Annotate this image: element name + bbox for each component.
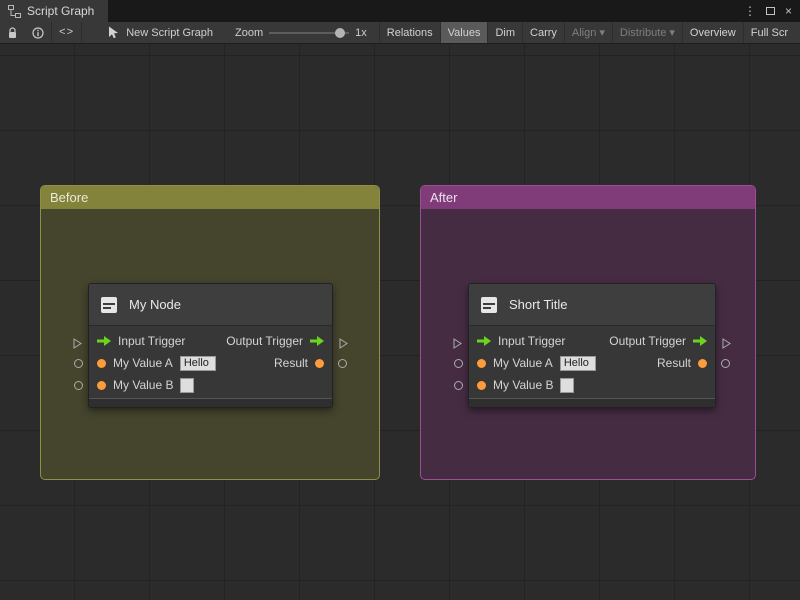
carry-button[interactable]: Carry [522, 22, 564, 43]
trigger-row: Input Trigger Output Trigger [89, 330, 332, 352]
script-graph-icon [8, 4, 21, 18]
node-title: Short Title [509, 297, 568, 312]
node-body: Input Trigger Output Trigger My Value A … [89, 326, 332, 398]
toolbar-button-group: Relations Values Dim Carry Align ▾ Distr… [378, 22, 795, 43]
value-b-label: My Value B [113, 378, 174, 392]
node-icon [481, 296, 497, 313]
group-after-header[interactable]: After [421, 186, 755, 209]
result-label: Result [656, 356, 691, 370]
window-controls: ⋮ × [744, 0, 800, 22]
dim-button[interactable]: Dim [487, 22, 522, 43]
graph-toolbar: <> New Script Graph Zoom 1x Relations Va… [0, 22, 800, 44]
group-before-header[interactable]: Before [41, 186, 379, 209]
flow-arrow-icon [693, 336, 707, 346]
node-icon [101, 296, 117, 313]
inspect-button[interactable] [25, 22, 51, 43]
result-port[interactable] [721, 359, 730, 368]
node-header[interactable]: Short Title [469, 284, 715, 326]
value-b-field[interactable] [560, 377, 575, 393]
zoom-control: Zoom 1x [235, 22, 367, 43]
flow-arrow-icon [97, 336, 111, 346]
value-a-row: My Value A Result [89, 352, 332, 374]
group-before-label: Before [50, 190, 89, 205]
output-flow-port[interactable] [722, 336, 731, 354]
node-title: My Node [129, 297, 182, 312]
value-a-label: My Value A [493, 356, 553, 370]
chevron-down-icon: ▾ [599, 27, 605, 39]
lock-button[interactable] [0, 22, 25, 43]
maximize-icon[interactable] [765, 7, 775, 15]
node-header[interactable]: My Node [89, 284, 332, 326]
zoom-value: 1x [355, 26, 367, 39]
value-a-field[interactable] [179, 355, 216, 371]
zoom-slider[interactable] [269, 22, 350, 43]
align-button[interactable]: Align ▾ [563, 22, 612, 43]
value-a-field[interactable] [559, 355, 596, 371]
flow-arrow-icon [477, 336, 491, 346]
value-port-icon [698, 358, 707, 368]
input-flow-port[interactable] [453, 336, 462, 354]
graph-canvas[interactable]: Before After My Node Input Trigger Outpu… [0, 44, 800, 600]
output-flow-port[interactable] [339, 336, 348, 354]
result-label: Result [273, 356, 308, 370]
value-b-port[interactable] [74, 381, 83, 390]
tab-bar: Script Graph ⋮ × [0, 0, 800, 22]
edit-source-button[interactable]: <> [52, 22, 81, 43]
info-icon [32, 26, 44, 39]
node-footer [89, 398, 332, 407]
input-trigger-label: Input Trigger [498, 334, 566, 348]
code-icon: <> [59, 26, 75, 39]
align-label: Align [571, 26, 597, 39]
value-b-port[interactable] [454, 381, 463, 390]
node-footer [469, 398, 715, 407]
input-trigger-label: Input Trigger [118, 334, 186, 348]
zoom-label: Zoom [235, 26, 264, 39]
group-after-label: After [430, 190, 458, 205]
chevron-down-icon: ▾ [669, 27, 675, 39]
node-body: Input Trigger Output Trigger My Value A … [469, 326, 715, 398]
value-b-field[interactable] [180, 377, 195, 393]
fullscreen-button[interactable]: Full Scr [742, 22, 795, 43]
output-trigger-label: Output Trigger [226, 334, 303, 348]
input-flow-port[interactable] [73, 336, 82, 354]
toolbar-separator [81, 22, 83, 43]
graph-breadcrumb[interactable]: New Script Graph [100, 22, 221, 43]
values-button[interactable]: Values [439, 22, 488, 43]
value-a-port[interactable] [454, 359, 463, 368]
value-port-icon [97, 358, 106, 368]
value-b-label: My Value B [493, 378, 554, 392]
lock-icon [9, 26, 16, 38]
pointer-icon [109, 26, 119, 39]
unity-graph-window: Script Graph ⋮ × <> New Script Graph Zoo… [0, 0, 800, 600]
distribute-button[interactable]: Distribute ▾ [611, 22, 682, 43]
output-trigger-label: Output Trigger [609, 334, 686, 348]
node-short-title[interactable]: Short Title Input Trigger Output Trigger [453, 283, 731, 408]
value-b-row: My Value B [469, 374, 715, 396]
result-port[interactable] [338, 359, 347, 368]
close-icon[interactable]: × [785, 4, 792, 18]
value-port-icon [477, 380, 486, 390]
value-b-row: My Value B [89, 374, 332, 396]
distribute-label: Distribute [619, 26, 667, 39]
node-my-node[interactable]: My Node Input Trigger Output Trigger My … [73, 283, 348, 408]
value-a-port[interactable] [74, 359, 83, 368]
trigger-row: Input Trigger Output Trigger [469, 330, 715, 352]
relations-button[interactable]: Relations [378, 22, 440, 43]
tab-title: Script Graph [27, 4, 95, 18]
flow-arrow-icon [310, 336, 324, 346]
value-a-label: My Value A [113, 356, 173, 370]
value-a-row: My Value A Result [469, 352, 715, 374]
value-port-icon [97, 380, 106, 390]
graph-name-label: New Script Graph [126, 26, 214, 39]
menu-icon[interactable]: ⋮ [744, 4, 756, 18]
value-port-icon [477, 358, 486, 368]
zoom-slider-handle[interactable] [335, 27, 346, 38]
overview-button[interactable]: Overview [681, 22, 743, 43]
value-port-icon [315, 358, 324, 368]
tab-script-graph[interactable]: Script Graph [0, 0, 109, 22]
